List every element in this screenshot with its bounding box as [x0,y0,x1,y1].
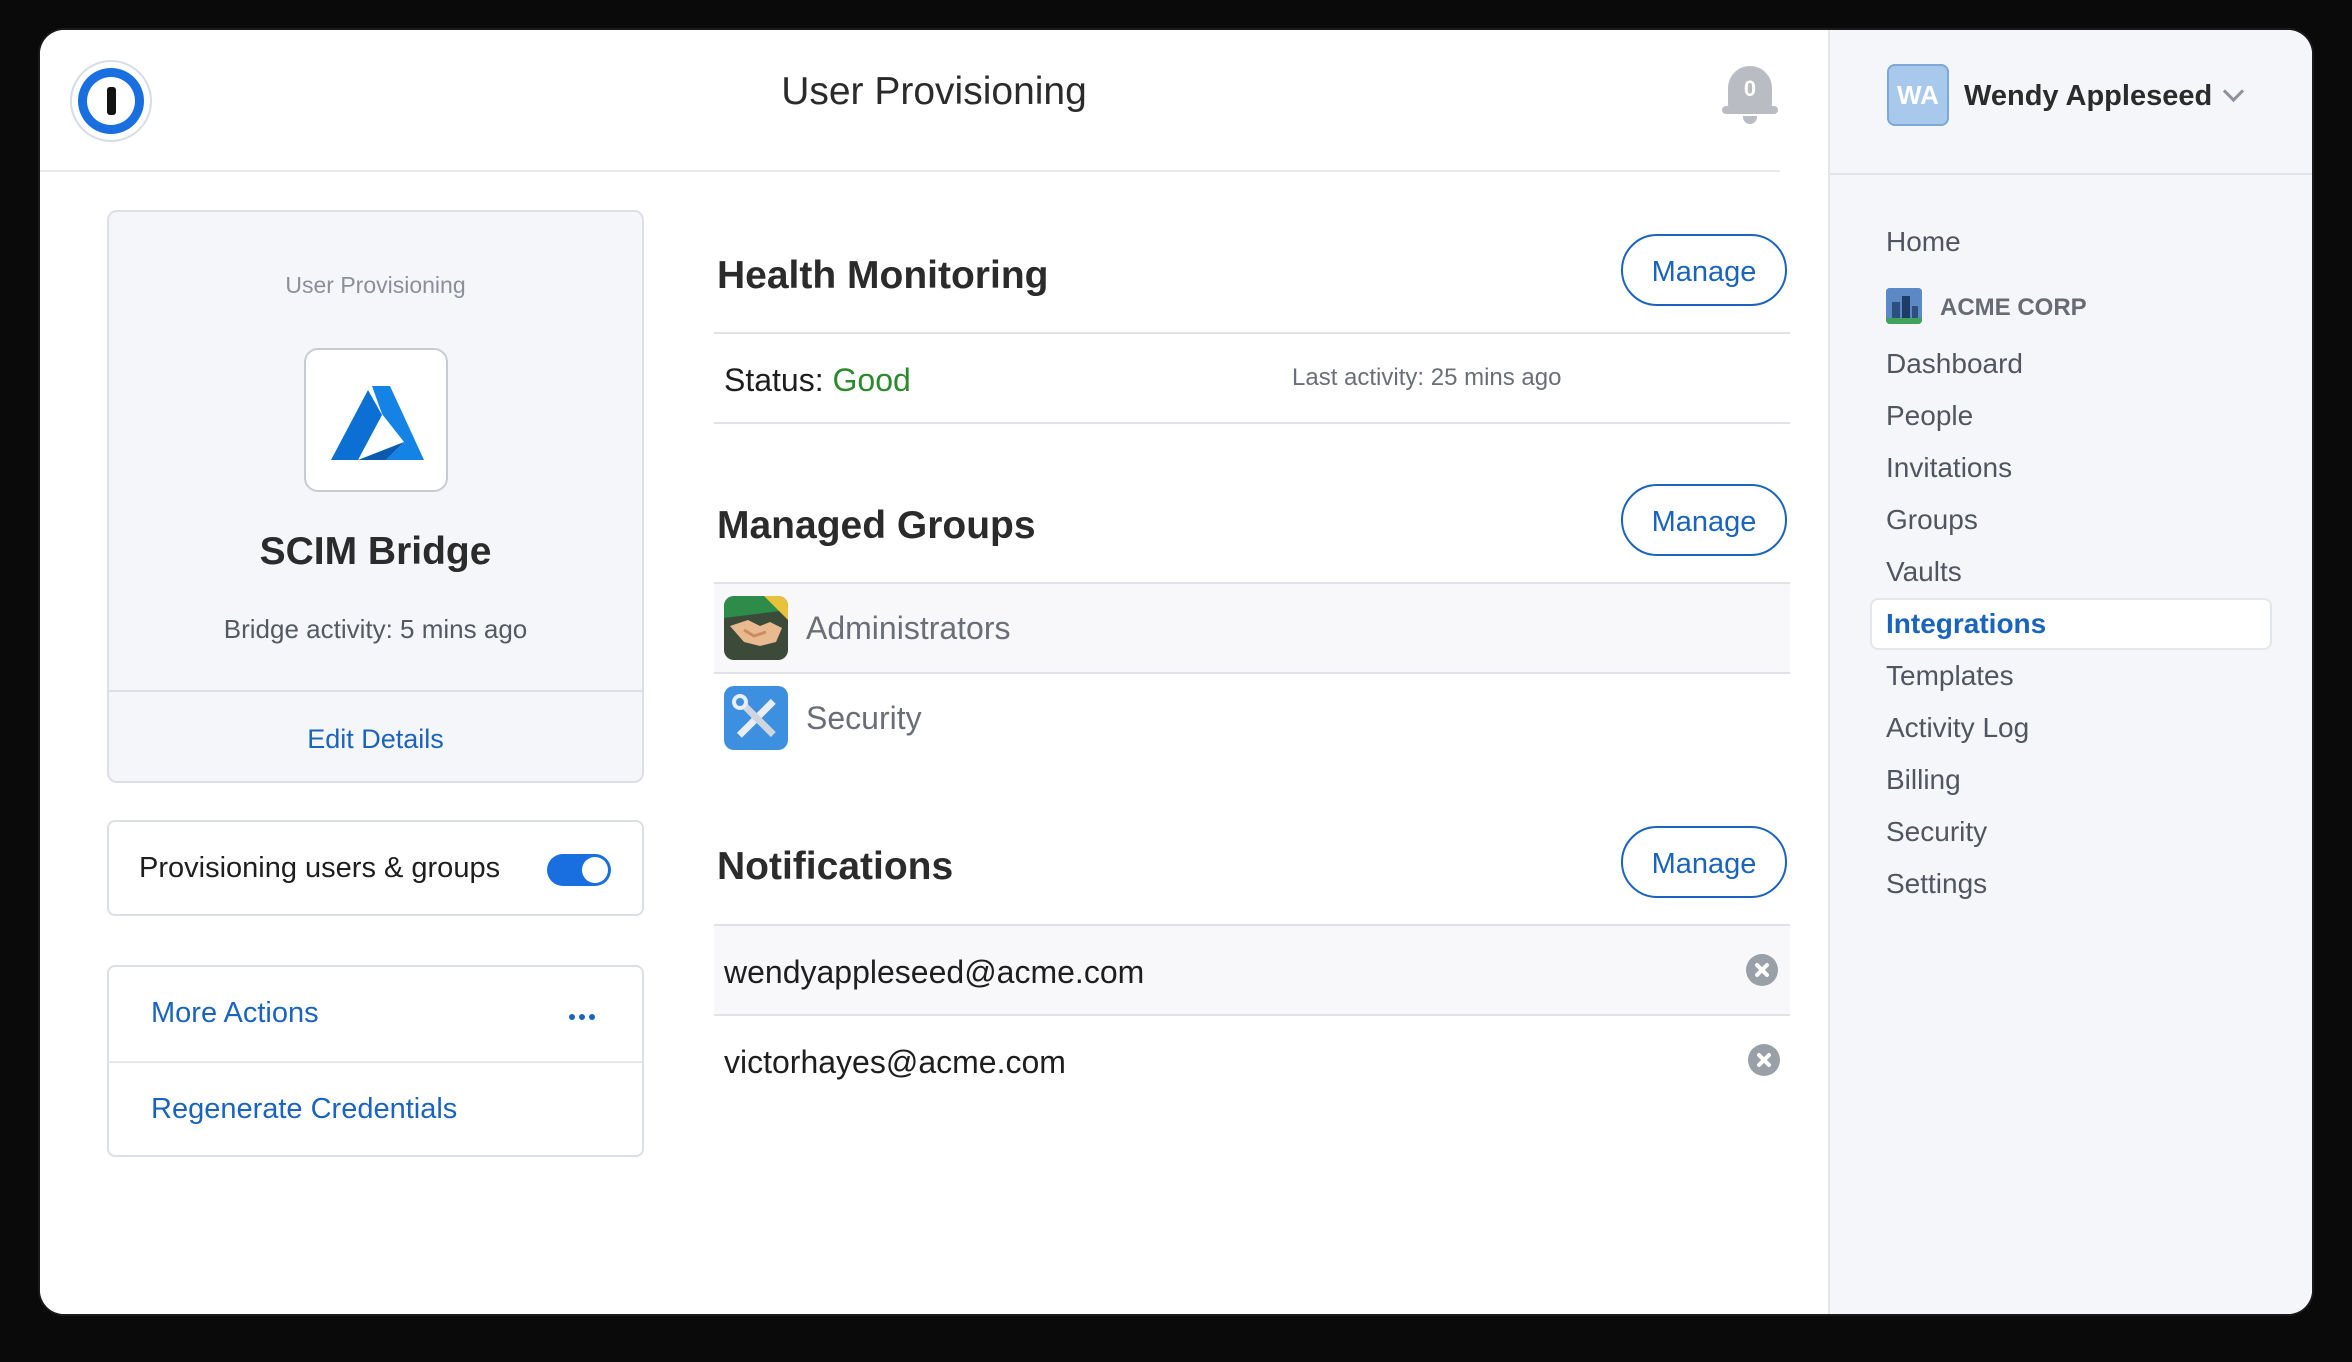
groups-manage-button[interactable]: Manage [1621,484,1787,556]
sidebar-item-security[interactable]: Security [1886,816,1987,848]
notifications-manage-button[interactable]: Manage [1621,826,1787,898]
notification-email-row: victorhayes@acme.com [714,1014,1790,1104]
group-name: Security [806,700,922,736]
group-row[interactable]: Security [714,672,1790,762]
org-name: ACME CORP [1940,294,2087,321]
sidebar-item-home[interactable]: Home [1886,226,1961,258]
handshake-icon [724,596,788,660]
regenerate-credentials-link[interactable]: Regenerate Credentials [151,1093,457,1126]
more-actions-row[interactable]: More Actions [109,967,642,1061]
sidebar-item-groups[interactable]: Groups [1886,504,1978,536]
sidebar-item-templates[interactable]: Templates [1886,660,2014,692]
actions-card: More Actions Regenerate Credentials [107,965,644,1157]
provisioning-toggle-card: Provisioning users & groups [107,820,644,916]
avatar[interactable]: WA [1887,64,1949,126]
sidebar: WA Wendy Appleseed Home ACME CORP Dashbo… [1828,30,2312,1314]
notifications-title: Notifications [717,845,954,888]
notification-bell-icon[interactable]: 0 [1720,60,1782,128]
azure-logo-icon [304,348,448,492]
group-row[interactable]: Administrators [714,582,1790,672]
sidebar-item-people[interactable]: People [1886,400,1973,432]
main-content: User Provisioning 0 User Provisioning SC… [40,30,1828,1314]
regenerate-row[interactable]: Regenerate Credentials [109,1061,642,1157]
sidebar-item-integrations[interactable]: Integrations [1886,608,2046,640]
page-title: User Provisioning [781,70,1087,113]
divider [109,690,642,692]
edit-details-link[interactable]: Edit Details [109,724,642,755]
sidebar-item-billing[interactable]: Billing [1886,764,1961,796]
managed-groups-title: Managed Groups [717,504,1036,547]
email-address: wendyappleseed@acme.com [724,954,1145,990]
user-name[interactable]: Wendy Appleseed [1964,80,2212,113]
last-activity: Last activity: 25 mins ago [1292,364,1562,391]
group-name: Administrators [806,610,1011,646]
sidebar-item-vaults[interactable]: Vaults [1886,556,1962,588]
bridge-activity: Bridge activity: 5 mins ago [223,614,528,644]
top-header: User Provisioning 0 [40,30,1780,172]
status-value: Good [832,362,911,398]
remove-circle-icon[interactable] [1746,954,1778,986]
provisioning-toggle-label: Provisioning users & groups [139,852,501,884]
sidebar-item-settings[interactable]: Settings [1886,868,1987,900]
scim-bridge-card: User Provisioning SCIM Bridge Bridge act… [107,210,644,783]
sidebar-item-dashboard[interactable]: Dashboard [1886,348,2023,380]
more-dots-icon[interactable] [569,1007,599,1020]
more-actions-link[interactable]: More Actions [151,997,319,1030]
building-icon [1886,288,1922,324]
notification-count-badge: 0 [1743,76,1757,101]
email-address: victorhayes@acme.com [724,1044,1066,1080]
notification-email-row: wendyappleseed@acme.com [714,924,1790,1014]
bridge-title: SCIM Bridge [259,530,492,573]
sidebar-item-invitations[interactable]: Invitations [1886,452,2012,484]
provisioning-toggle[interactable] [547,854,611,886]
tools-icon [724,686,788,750]
remove-circle-icon[interactable] [1748,1044,1780,1076]
health-status-row: Status: Good Last activity: 25 mins ago [714,332,1790,424]
sidebar-item-activity-log[interactable]: Activity Log [1886,712,2029,744]
health-monitoring-title: Health Monitoring [717,254,1049,297]
health-manage-button[interactable]: Manage [1621,234,1787,306]
chevron-down-icon[interactable] [2222,80,2245,103]
app-window: User Provisioning 0 User Provisioning SC… [40,30,2312,1314]
user-menu[interactable]: WA Wendy Appleseed [1830,30,2312,175]
card-label: User Provisioning [285,272,466,298]
status-label: Status: Good [724,362,911,398]
